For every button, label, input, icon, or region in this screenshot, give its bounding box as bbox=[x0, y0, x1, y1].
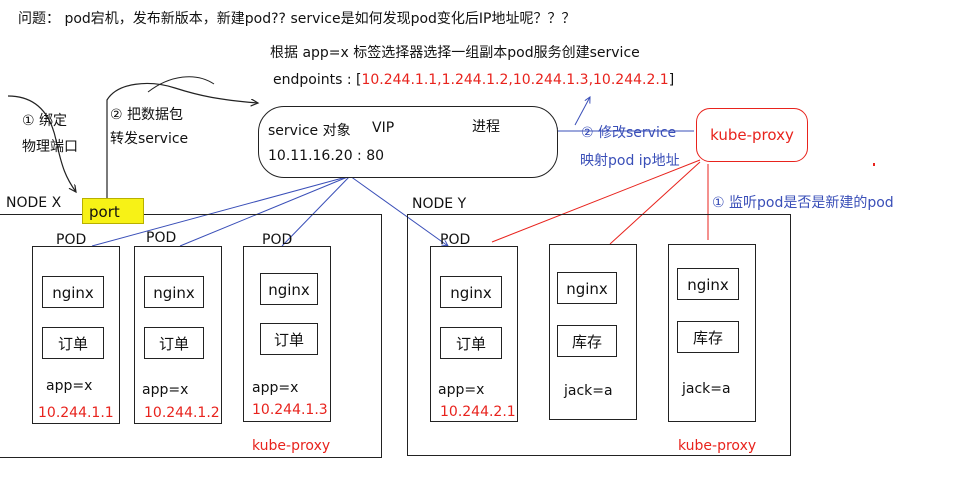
pod1-ip: 10.244.1.1 bbox=[38, 405, 114, 421]
to-endpoints-arrow bbox=[574, 97, 590, 126]
question-text: 问题： pod宕机，发布新版本，新建pod?? service是如何发现pod变… bbox=[18, 11, 576, 27]
selector-note: 根据 app=x 标签选择器选择一组副本pod服务创建service bbox=[270, 45, 640, 61]
pod2-nginx-container: nginx bbox=[144, 276, 204, 308]
service-vip-label: VIP bbox=[372, 120, 395, 136]
endpoints-line: endpoints : [10.244.1.1,1.244.1.2,10.244… bbox=[273, 72, 674, 88]
service-object-label: service 对象 bbox=[268, 123, 351, 139]
pod5-label: jack=a bbox=[564, 383, 613, 399]
kube-proxy-main: kube-proxy bbox=[696, 108, 808, 162]
pod3-label: app=x bbox=[252, 380, 299, 396]
pod3-nginx-container: nginx bbox=[260, 273, 318, 305]
pod1-order-container: 订单 bbox=[42, 327, 104, 359]
pod3-order-container: 订单 bbox=[260, 323, 318, 355]
endpoints-close: ] bbox=[668, 72, 675, 88]
pod4-label: app=x bbox=[438, 382, 485, 398]
pod4-nginx-container: nginx bbox=[440, 276, 502, 308]
pod5-nginx-container: nginx bbox=[557, 272, 617, 304]
endpoints-label: endpoints : bbox=[273, 72, 352, 88]
pod6-label: jack=a bbox=[682, 381, 731, 397]
pod6-stock-container: 库存 bbox=[677, 321, 739, 353]
pod4-ip: 10.244.2.1 bbox=[440, 404, 516, 420]
watch-pod-note: ① 监听pod是否是新建的pod bbox=[712, 195, 894, 211]
pod6-nginx-container: nginx bbox=[677, 268, 739, 300]
pod2-label: app=x bbox=[142, 382, 189, 398]
service-process-label: 进程 bbox=[472, 119, 500, 135]
bind-port-line1: ① 绑定 bbox=[22, 113, 68, 129]
pod3-ip: 10.244.1.3 bbox=[252, 402, 328, 418]
port-box[interactable]: port bbox=[82, 198, 144, 224]
pod1-label: app=x bbox=[46, 378, 93, 394]
pod2-title: POD bbox=[146, 230, 177, 246]
pod1-nginx-container: nginx bbox=[42, 276, 104, 308]
forward-line2: 转发service bbox=[110, 131, 189, 147]
node-x-kube-proxy: kube-proxy bbox=[252, 438, 331, 454]
map-pod-ip-note: 映射pod ip地址 bbox=[580, 153, 680, 169]
endpoints-values: 10.244.1.1,1.244.1.2,10.244.1.3,10.244.2… bbox=[361, 72, 669, 88]
node-x-title: NODE X bbox=[6, 195, 62, 211]
red-dot-mark bbox=[873, 163, 875, 166]
pod2-ip: 10.244.1.2 bbox=[144, 405, 220, 421]
pod4-order-container: 订单 bbox=[440, 327, 502, 359]
modify-service-note: ② 修改service bbox=[581, 125, 677, 141]
service-object bbox=[258, 106, 558, 178]
service-address: 10.11.16.20 : 80 bbox=[268, 148, 385, 164]
node-y-kube-proxy: kube-proxy bbox=[678, 438, 757, 454]
pod2-order-container: 订单 bbox=[144, 327, 204, 359]
node-y-title: NODE Y bbox=[412, 196, 467, 212]
bind-port-line2: 物理端口 bbox=[22, 139, 78, 155]
forward-line1: ② 把数据包 bbox=[110, 107, 184, 123]
pod5-stock-container: 库存 bbox=[557, 325, 617, 357]
